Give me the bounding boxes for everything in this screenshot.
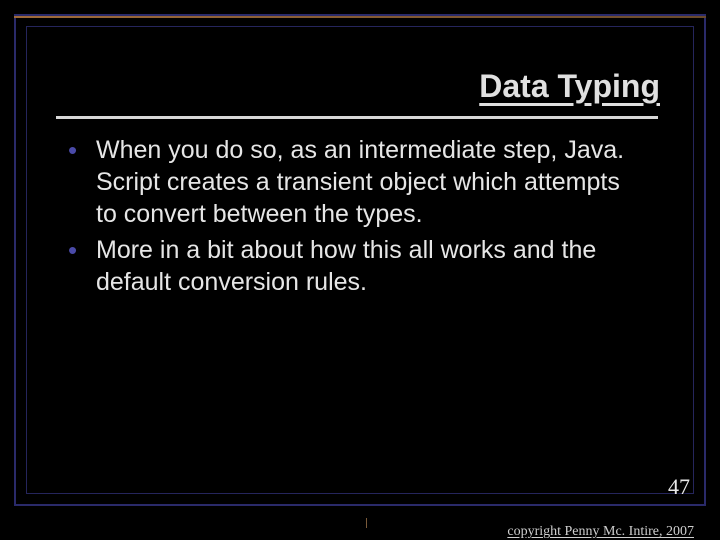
bullet-item: More in a bit about how this all works a… — [68, 234, 640, 298]
title-underline — [56, 116, 658, 119]
bullet-item: When you do so, as an intermediate step,… — [68, 134, 640, 230]
page-number: 47 — [668, 474, 690, 500]
copyright-text: copyright Penny Mc. Intire, 2007 — [507, 524, 694, 540]
frame-accent — [14, 16, 706, 18]
footer-tick — [366, 518, 367, 528]
slide-title: Data Typing — [60, 68, 660, 105]
slide-body: When you do so, as an intermediate step,… — [68, 134, 640, 302]
slide: Data Typing When you do so, as an interm… — [0, 0, 720, 540]
